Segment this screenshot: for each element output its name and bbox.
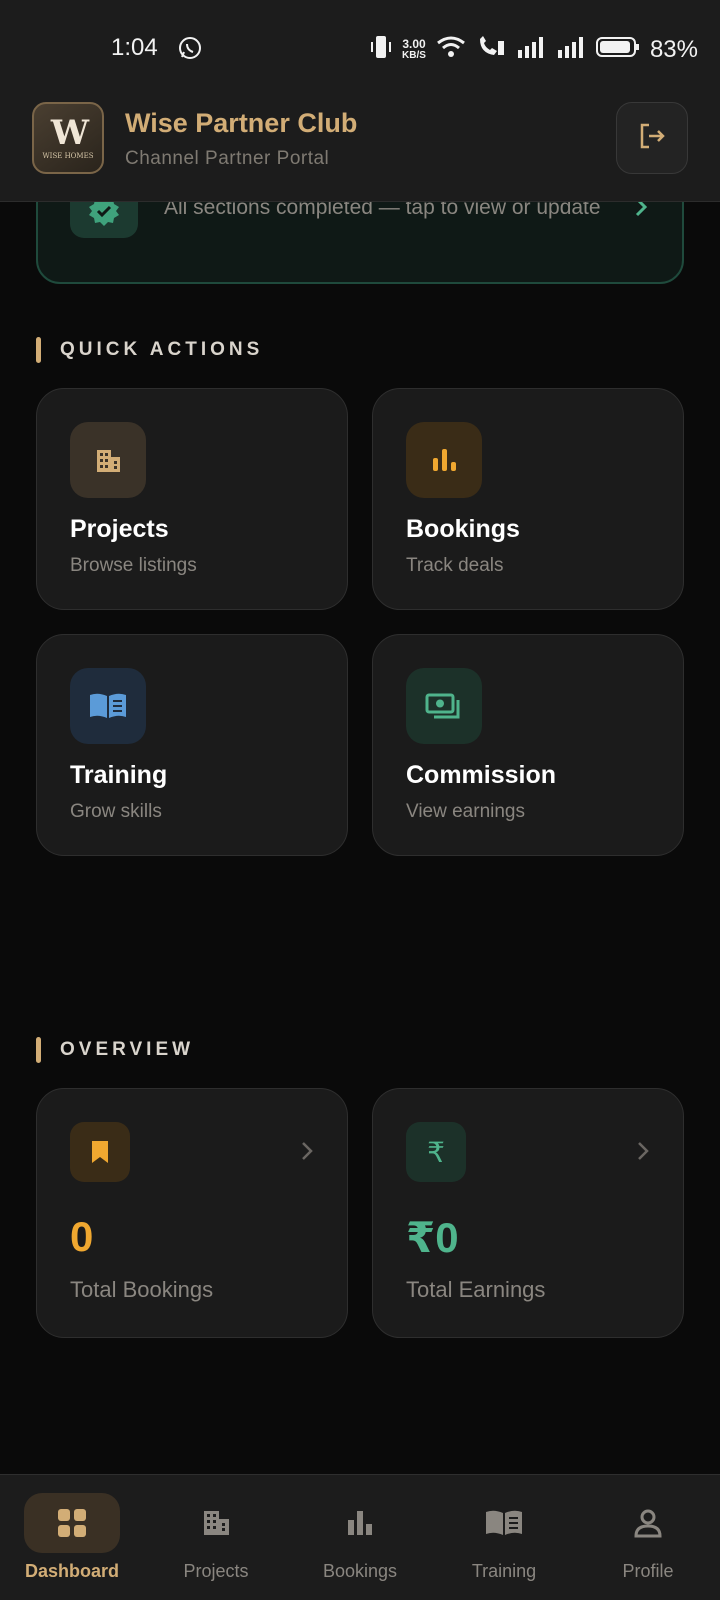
speed-unit: KB/S [402, 49, 426, 61]
nav-item-bookings[interactable]: Bookings [288, 1475, 432, 1600]
quick-actions-title: QUICK ACTIONS [60, 339, 264, 360]
logo-text: WISE HOMES [42, 152, 94, 160]
logout-icon [637, 121, 667, 156]
whatsapp-icon [178, 36, 202, 65]
nav-label: Profile [622, 1561, 674, 1581]
action-card-training[interactable]: Training Grow skills [36, 634, 348, 856]
section-accent-bar [36, 337, 41, 363]
action-subtitle: Track deals [406, 555, 504, 576]
signal-icon [516, 36, 546, 63]
action-card-bookings[interactable]: Bookings Track deals [372, 388, 684, 610]
bottom-nav: Dashboard Projects Bookings Training Pro… [0, 1474, 720, 1600]
nav-item-profile[interactable]: Profile [576, 1475, 720, 1600]
nav-label: Projects [183, 1561, 249, 1581]
stat-value: 0 [70, 1213, 94, 1260]
call-icon [476, 35, 506, 64]
action-title: Projects [70, 515, 169, 543]
action-title: Commission [406, 761, 557, 789]
money-icon [406, 668, 482, 744]
stat-label: Total Earnings [406, 1277, 546, 1302]
bar-chart-icon [312, 1493, 408, 1553]
nav-item-training[interactable]: Training [432, 1475, 576, 1600]
nav-label: Bookings [322, 1561, 398, 1581]
building-icon [168, 1493, 264, 1553]
stat-card-earnings[interactable]: ₹ ₹0 Total Earnings [372, 1088, 684, 1338]
overview-title: OVERVIEW [60, 1039, 195, 1060]
logo-mark: W [50, 113, 89, 153]
speed-value: 3.00 [402, 36, 426, 51]
app-logo: W WISE HOMES [32, 102, 104, 174]
status-icons: 3.00 KB/S 83% [370, 34, 698, 65]
stat-label: Total Bookings [70, 1277, 214, 1302]
action-title: Training [70, 761, 168, 789]
overview-header: OVERVIEW [36, 1037, 194, 1063]
nav-label: Dashboard [24, 1561, 120, 1581]
logout-button[interactable] [616, 102, 688, 174]
book-icon [456, 1493, 552, 1553]
app-subtitle: Channel Partner Portal [125, 148, 330, 169]
battery-percent: 83% [649, 35, 698, 63]
action-card-commission[interactable]: Commission View earnings [372, 634, 684, 856]
bar-chart-icon [406, 422, 482, 498]
action-card-projects[interactable]: Projects Browse listings [36, 388, 348, 610]
quick-actions-header: QUICK ACTIONS [36, 337, 263, 363]
nav-item-dashboard[interactable]: Dashboard [0, 1475, 144, 1600]
building-icon [70, 422, 146, 498]
vibrate-icon [370, 34, 392, 65]
app-title: Wise Partner Club [125, 108, 358, 138]
rupee-icon: ₹ [406, 1122, 466, 1182]
action-subtitle: View earnings [406, 801, 526, 822]
action-title: Bookings [406, 515, 520, 543]
signal-icon-2 [556, 36, 586, 63]
dashboard-icon [24, 1493, 120, 1553]
action-subtitle: Browse listings [70, 555, 197, 576]
bookmark-icon [70, 1122, 130, 1182]
person-icon [600, 1493, 696, 1553]
book-icon [70, 668, 146, 744]
action-subtitle: Grow skills [70, 801, 162, 822]
nav-label: Training [471, 1561, 537, 1581]
chevron-right-icon [637, 1141, 649, 1166]
stat-value: ₹0 [406, 1214, 459, 1261]
network-speed: 3.00 KB/S [402, 38, 426, 62]
battery-icon [595, 36, 640, 63]
chevron-right-icon [301, 1141, 313, 1166]
nav-item-projects[interactable]: Projects [144, 1475, 288, 1600]
stat-card-bookings[interactable]: 0 Total Bookings [36, 1088, 348, 1338]
app-header: W WISE HOMES Wise Partner Club Channel P… [0, 96, 720, 202]
wifi-icon [436, 35, 466, 64]
status-time: 1:04 [111, 34, 158, 61]
section-accent-bar [36, 1037, 41, 1063]
status-bar: 1:04 3.00 KB/S 83% [0, 0, 720, 96]
